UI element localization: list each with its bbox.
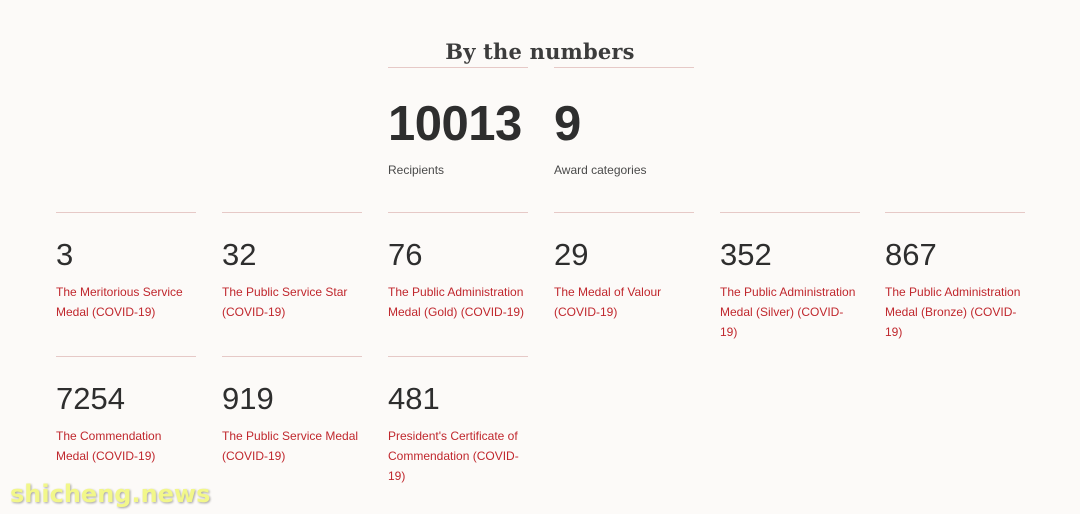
stat-value: 9 [554, 97, 581, 151]
award-presidents-certificate-of-commendation: 481 President's Certificate of Commendat… [388, 356, 528, 486]
award-count: 481 [388, 381, 440, 416]
award-count: 32 [222, 237, 257, 272]
stat-label: Award categories [554, 163, 647, 177]
award-count: 7254 [56, 381, 125, 416]
award-name: The Public Administration Medal (Gold) (… [388, 285, 525, 319]
award-public-administration-medal-gold: 76 The Public Administration Medal (Gold… [388, 212, 528, 322]
award-commendation-medal: 7254 The Commendation Medal (COVID-19) [56, 356, 196, 466]
award-count: 76 [388, 237, 423, 272]
award-name: The Public Service Medal (COVID-19) [222, 429, 359, 463]
award-public-service-medal: 919 The Public Service Medal (COVID-19) [222, 356, 362, 466]
award-count: 29 [554, 237, 589, 272]
award-name: The Commendation Medal (COVID-19) [56, 429, 162, 463]
stat-recipients: 10013 Recipients [388, 67, 528, 177]
award-public-service-star: 32 The Public Service Star (COVID-19) [222, 212, 362, 322]
award-medal-of-valour: 29 The Medal of Valour (COVID-19) [554, 212, 694, 322]
award-public-administration-medal-silver: 352 The Public Administration Medal (Sil… [720, 212, 860, 342]
stat-label: Recipients [388, 163, 445, 177]
award-count: 3 [56, 237, 74, 272]
award-count: 919 [222, 381, 274, 416]
page-title: By the numbers [445, 39, 635, 65]
stat-value: 10013 [388, 97, 522, 151]
award-name: President's Certificate of Commendation … [388, 429, 519, 483]
stat-award-categories: 9 Award categories [554, 67, 694, 177]
award-count: 352 [720, 237, 772, 272]
award-count: 867 [885, 237, 937, 272]
watermark-logo: shicheng.news [10, 480, 211, 508]
award-name: The Meritorious Service Medal (COVID-19) [56, 285, 183, 319]
award-name: The Medal of Valour (COVID-19) [554, 285, 662, 319]
award-name: The Public Service Star (COVID-19) [222, 285, 348, 319]
award-name: The Public Administration Medal (Bronze)… [885, 285, 1021, 339]
award-name: The Public Administration Medal (Silver)… [720, 285, 856, 339]
award-public-administration-medal-bronze: 867 The Public Administration Medal (Bro… [885, 212, 1025, 342]
award-meritorious-service-medal: 3 The Meritorious Service Medal (COVID-1… [56, 212, 196, 322]
